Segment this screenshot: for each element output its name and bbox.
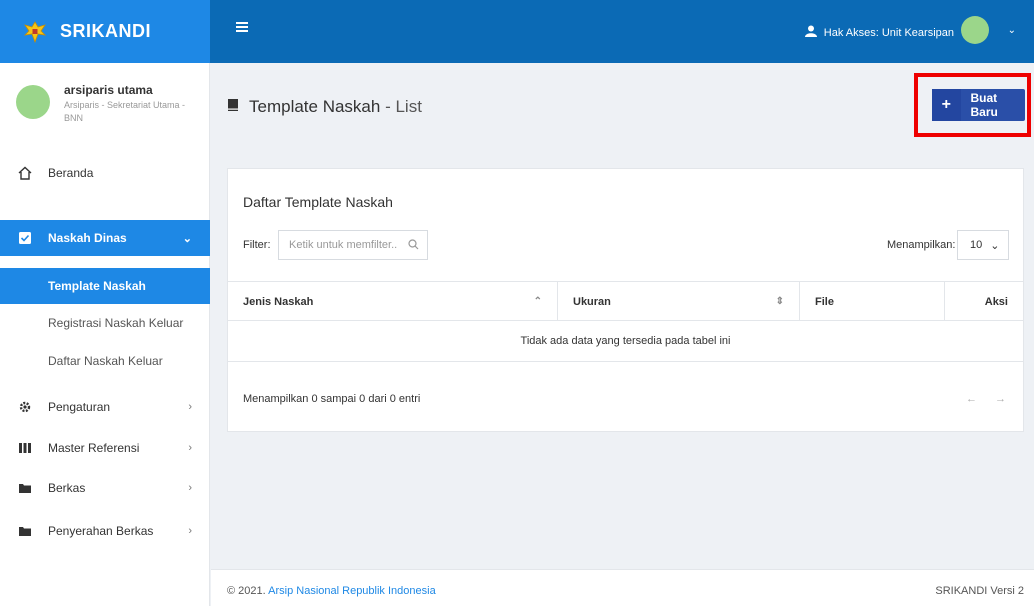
- empty-table-row: Tidak ada data yang tersedia pada tabel …: [228, 321, 1023, 362]
- garuda-logo-icon: [20, 17, 50, 47]
- folder-icon: [17, 523, 33, 539]
- sidebar-subitem-label: Template Naskah: [48, 279, 146, 293]
- column-ukuran[interactable]: Ukuran ⇕: [558, 282, 800, 321]
- user-role: Arsiparis - Sekretariat Utama - BNN: [64, 100, 186, 123]
- sort-icon: ⇕: [775, 296, 784, 307]
- page-size-value: 10: [970, 239, 983, 251]
- checkbox-icon: [17, 230, 33, 246]
- sidebar-item-naskah-dinas[interactable]: Naskah Dinas ⌄: [0, 220, 210, 256]
- user-panel: arsiparis utama Arsiparis - Sekretariat …: [0, 63, 210, 143]
- page-size-select[interactable]: 10 ⌄: [957, 230, 1009, 260]
- template-table: Jenis Naskah ⌃ Ukuran ⇕ File Aksi Tidak …: [228, 281, 1023, 362]
- sidebar-subitem-template-naskah[interactable]: Template Naskah: [0, 268, 210, 304]
- plus-icon: +: [932, 89, 961, 121]
- template-list-card: Daftar Template Naskah Filter: Menampilk…: [227, 168, 1024, 432]
- search-icon: [408, 239, 419, 253]
- sidebar-subitem-label: Registrasi Naskah Keluar: [48, 316, 184, 330]
- sidebar-item-label: Beranda: [48, 166, 94, 180]
- chevron-right-icon: ›: [188, 482, 192, 494]
- prev-page-icon[interactable]: ←: [966, 393, 977, 405]
- page-title-text: Template Naskah: [249, 97, 381, 116]
- footer-version: SRIKANDI Versi 2: [935, 585, 1024, 597]
- access-label: Hak Akses: Unit Kearsipan: [823, 26, 954, 39]
- chevron-down-icon: ⌄: [990, 239, 1000, 252]
- brand-name: SRIKANDI: [60, 21, 152, 41]
- sidebar-item-label: Naskah Dinas: [48, 231, 127, 245]
- sort-asc-icon: ⌃: [533, 296, 542, 307]
- sidebar-subitem-label: Daftar Naskah Keluar: [48, 354, 163, 368]
- user-icon: [804, 25, 818, 40]
- card-title: Daftar Template Naskah: [243, 194, 393, 210]
- page-header: Template Naskah - List: [211, 63, 1034, 157]
- sidebar-item-berkas[interactable]: Berkas ›: [0, 470, 210, 506]
- chevron-down-icon[interactable]: ⌄: [1008, 25, 1016, 36]
- sidebar-item-penyerahan-berkas[interactable]: Penyerahan Berkas ›: [0, 513, 210, 549]
- table-header: Jenis Naskah ⌃ Ukuran ⇕ File Aksi: [228, 281, 1023, 321]
- chevron-right-icon: ›: [188, 525, 192, 537]
- column-file[interactable]: File: [800, 282, 945, 321]
- gear-icon: [17, 399, 33, 415]
- book-icon: [227, 97, 239, 117]
- menu-toggle-icon[interactable]: [236, 22, 250, 36]
- next-page-icon[interactable]: →: [995, 393, 1006, 405]
- footer-org-link[interactable]: Arsip Nasional Republik Indonesia: [268, 585, 436, 597]
- brand[interactable]: SRIKANDI: [0, 0, 210, 63]
- column-aksi: Aksi: [984, 295, 1008, 308]
- sidebar-item-beranda[interactable]: Beranda: [0, 155, 210, 191]
- footer: © 2021. Arsip Nasional Republik Indonesi…: [211, 569, 1034, 606]
- sidebar-item-master-referensi[interactable]: Master Referensi ›: [0, 430, 210, 466]
- footer-copyright: © 2021. Arsip Nasional Republik Indonesi…: [227, 585, 436, 597]
- page-size-label: Menampilkan:: [887, 239, 956, 251]
- chevron-right-icon: ›: [188, 442, 192, 454]
- sidebar-item-label: Pengaturan: [48, 400, 111, 414]
- top-bar: SRIKANDI Hak Akses: Unit Kearsipan ⌄: [0, 0, 1034, 63]
- chevron-down-icon: ⌄: [182, 232, 192, 245]
- page-subtitle: - List: [385, 97, 422, 116]
- home-icon: [17, 165, 33, 181]
- grid-icon: [17, 440, 33, 456]
- column-jenis-naskah[interactable]: Jenis Naskah ⌃: [228, 282, 558, 321]
- header-avatar[interactable]: [961, 16, 989, 44]
- access-role[interactable]: Hak Akses: Unit Kearsipan: [804, 25, 954, 40]
- sidebar-item-label: Master Referensi: [48, 441, 140, 455]
- sidebar-subitem-daftar-naskah-keluar[interactable]: Daftar Naskah Keluar: [0, 343, 210, 379]
- sidebar-item-label: Berkas: [48, 481, 86, 495]
- sidebar: arsiparis utama Arsiparis - Sekretariat …: [0, 63, 210, 606]
- buat-baru-label: Buat Baru: [970, 91, 998, 119]
- sidebar-item-pengaturan[interactable]: Pengaturan ›: [0, 389, 210, 425]
- chevron-right-icon: ›: [188, 401, 192, 413]
- filter-input[interactable]: [278, 230, 428, 260]
- buat-baru-button[interactable]: + Buat Baru: [932, 89, 1025, 121]
- user-name: arsiparis utama: [64, 83, 153, 97]
- table-info: Menampilkan 0 sampai 0 dari 0 entri: [243, 393, 421, 405]
- pagination: ← →: [966, 393, 1006, 405]
- page-title: Template Naskah - List: [227, 97, 422, 117]
- sidebar-subitem-registrasi-naskah-keluar[interactable]: Registrasi Naskah Keluar: [0, 305, 210, 341]
- sidebar-item-label: Penyerahan Berkas: [48, 524, 154, 538]
- filter-label: Filter:: [243, 239, 271, 251]
- folder-icon: [17, 480, 33, 496]
- user-avatar: [16, 85, 50, 119]
